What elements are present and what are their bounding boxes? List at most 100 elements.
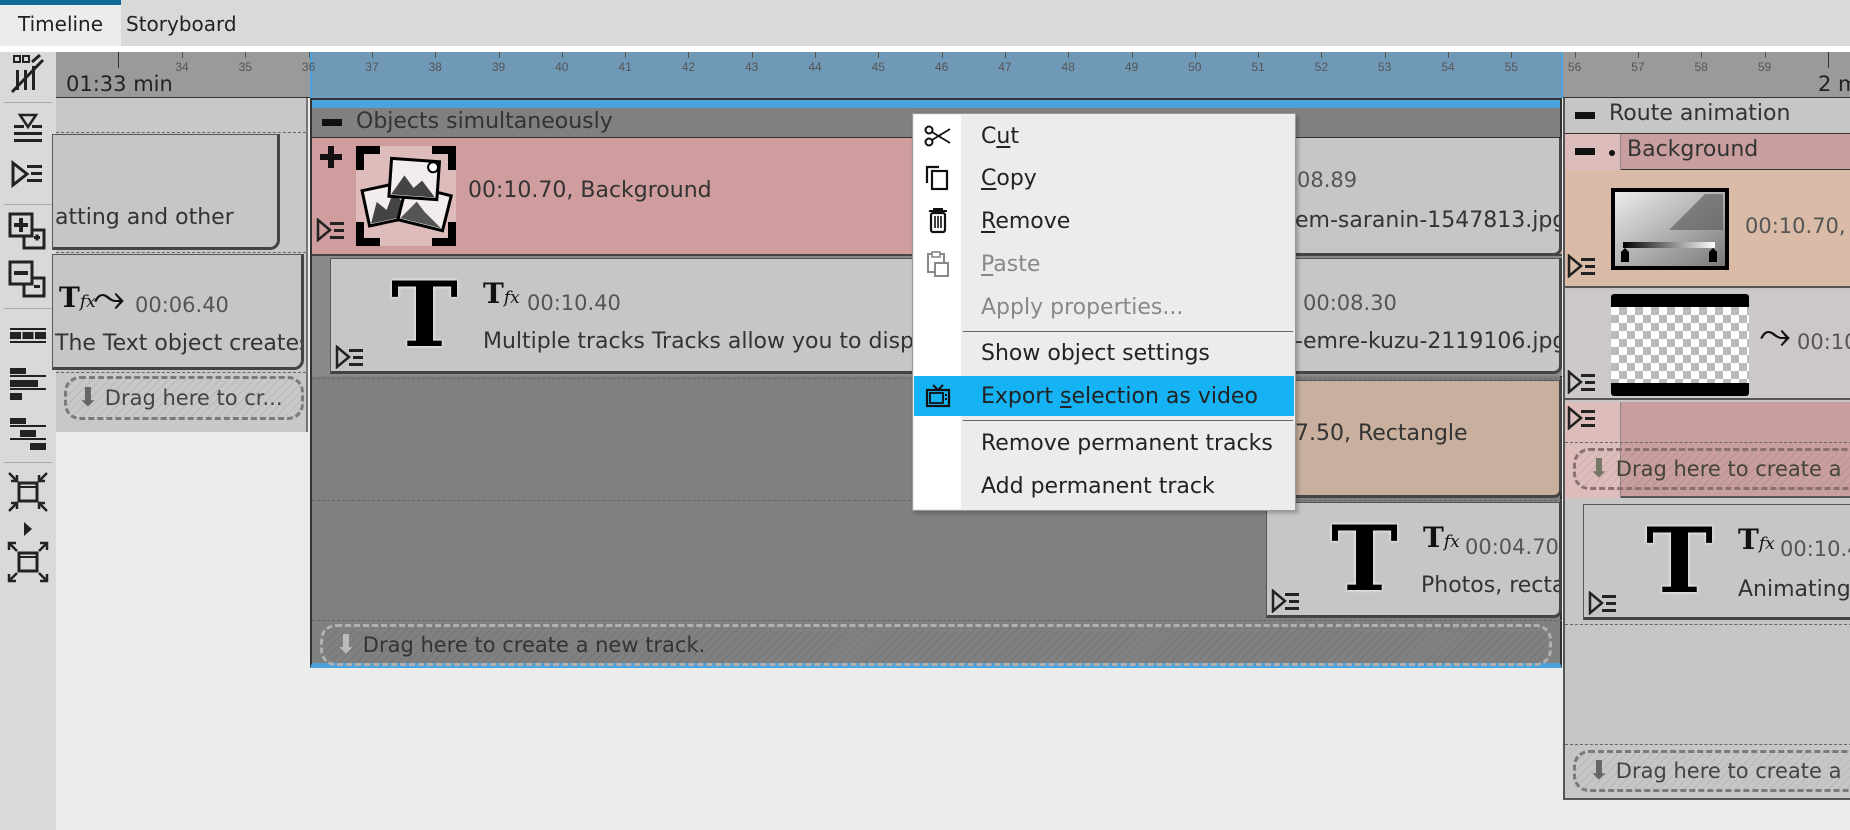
menu-item-label: Remove permanent tracks (981, 430, 1273, 456)
menu-item-cut[interactable]: Cut (914, 116, 1294, 156)
menu-item-show-object-settings[interactable]: Show object settings (914, 333, 1294, 373)
snap-off-icon[interactable] (6, 52, 50, 96)
menu-item-label: Copy (981, 165, 1037, 191)
ruler-tick (1321, 52, 1323, 58)
track-menu-icon[interactable] (1588, 591, 1618, 615)
distribute-icon[interactable] (6, 314, 50, 358)
clip-label: 00:10.70, Background (468, 178, 712, 203)
bullet-icon (1609, 150, 1615, 156)
ruler-tick (688, 52, 690, 58)
menu-item-label: Apply properties... (981, 294, 1184, 320)
insert-below-icon[interactable] (6, 107, 50, 151)
ruler-tick (751, 52, 753, 58)
ruler-tick (1764, 52, 1766, 58)
collapse-icon[interactable] (322, 119, 342, 126)
create-track-dropzone[interactable]: ⬇ Drag here to cr... (64, 376, 304, 420)
menu-item-copy[interactable]: Copy (914, 158, 1294, 198)
track-menu-icon[interactable] (1567, 370, 1597, 394)
dropzone-label: Drag here to cr... (104, 386, 283, 410)
create-track-dropzone[interactable]: ⬇ Drag here to create a (1573, 750, 1850, 792)
track-divider (56, 132, 306, 133)
text-clip[interactable]: atting and other (52, 134, 280, 250)
ruler-tick (245, 52, 247, 58)
tab-storyboard[interactable]: Storyboard (108, 0, 255, 46)
text-clip[interactable]: T Tfx 00:10.4 Animating (1583, 504, 1850, 620)
ruler-tick-label: 46 (934, 60, 949, 74)
ruler-tick (308, 52, 310, 58)
clip-duration: 08.89 (1297, 168, 1358, 192)
menu-item-export-selection-as-video[interactable]: Export selection as video (914, 376, 1294, 416)
align-stagger-icon[interactable] (6, 412, 50, 456)
dropzone-label: Drag here to create a (1615, 457, 1842, 481)
clip-text: The Text object creates (55, 331, 304, 356)
add-icon[interactable] (320, 146, 342, 168)
text-clip[interactable]: Tfx ⤳ 00:06.40 The Text object creates (52, 254, 304, 370)
create-track-dropzone[interactable]: ⬇ Drag here to create a (1573, 448, 1850, 490)
collapse-icon[interactable] (1575, 148, 1595, 155)
zoom-fit-icon[interactable] (6, 470, 50, 514)
expand-all-icon[interactable] (6, 210, 50, 254)
track-menu-icon[interactable] (1567, 406, 1597, 430)
ruler-tick (878, 52, 880, 58)
menu-item-remove[interactable]: Remove (914, 201, 1294, 241)
timeline-toolbar (0, 52, 56, 830)
ruler-time-end: 2 min (1818, 72, 1850, 96)
track-menu-icon[interactable] (316, 218, 346, 242)
tab-timeline[interactable]: Timeline (0, 0, 122, 46)
ruler-major-tick (1828, 52, 1829, 68)
create-track-dropzone[interactable]: ⬇ Drag here to create a new track. (320, 624, 1552, 666)
menu-item-add-permanent-track[interactable]: Add permanent track (914, 466, 1294, 506)
ruler-tick (1574, 52, 1576, 58)
group-title: Objects simultaneously (356, 109, 613, 134)
collapse-icon[interactable] (1575, 112, 1595, 119)
ruler-tick (435, 52, 437, 58)
text-object-icon: T (1646, 508, 1713, 614)
timeline-ruler[interactable]: 34 35 36 37 38 39 40 41 42 43 44 45 46 47 48 49 50 51 52 53… (56, 52, 1850, 98)
dropzone-label: Drag here to create a new track. (362, 633, 706, 657)
menu-item-label: Add permanent track (981, 473, 1215, 499)
track-menu-icon[interactable] (6, 152, 50, 196)
track-menu-icon[interactable] (1567, 254, 1597, 278)
group-header[interactable]: Route animation (1565, 98, 1850, 134)
clip-duration: 00:04.70 (1465, 535, 1559, 559)
ruler-tick-label: 41 (618, 60, 632, 74)
arrow-down-icon: ⬇ (335, 630, 357, 660)
clip-label: 00:10.70, Co (1745, 214, 1850, 238)
ruler-selection-range[interactable] (310, 52, 1563, 98)
copy-icon (925, 165, 948, 191)
text-clip[interactable]: T Tfx 00:04.70 Photos, recta (1266, 502, 1562, 618)
ruler-tick-label: 56 (1567, 60, 1582, 74)
align-left-icon[interactable] (6, 362, 50, 406)
rectangle-clip[interactable]: 7.50, Rectangle (1280, 380, 1562, 498)
route-animation-group[interactable]: Route animation Background 00:10.70, Co … (1563, 98, 1850, 800)
track-menu-icon[interactable] (1271, 589, 1301, 613)
menu-item-remove-permanent-tracks[interactable]: Remove permanent tracks (914, 423, 1294, 463)
group-title: Route animation (1609, 101, 1791, 126)
ruler-time-start: 01:33 min (66, 72, 173, 96)
image-clip[interactable]: 00:08.30 -emre-kuzu-2119106.jpg (1280, 258, 1562, 374)
gradient-clip[interactable]: 00:10.70, Co (1565, 170, 1850, 288)
ruler-tick-label: 54 (1441, 60, 1455, 74)
subgroup-header[interactable]: Background (1565, 134, 1850, 170)
track-divider (56, 252, 306, 253)
text-object-icon: T (1331, 506, 1398, 612)
clip-text: Multiple tracks Tracks allow you to disp… (483, 329, 934, 354)
ruler-tick-label: 38 (428, 60, 442, 74)
menu-item-paste[interactable]: Paste (914, 244, 1294, 284)
track-menu-icon[interactable] (335, 345, 365, 369)
ruler-tick-label: 58 (1694, 60, 1708, 74)
ruler-tick-label: 47 (998, 60, 1012, 74)
ruler-tick-label: 55 (1504, 60, 1518, 74)
zoom-expand-icon[interactable] (6, 540, 50, 584)
menu-item-apply-properties[interactable]: Apply properties... (914, 287, 1294, 327)
collapse-all-icon[interactable] (6, 258, 50, 302)
arrow-down-icon: ⬇ (1588, 756, 1610, 786)
ruler-tick (815, 52, 816, 58)
toolbar-separator (4, 204, 52, 205)
ruler-tick-label: 39 (491, 60, 506, 74)
submenu-arrow-icon[interactable] (24, 522, 32, 536)
route-clip[interactable]: ⤳ 00:10 (1565, 290, 1850, 400)
image-clip[interactable]: 08.89 em-saranin-1547813.jpg (1280, 138, 1562, 256)
ruler-tick-label: 45 (871, 60, 885, 74)
text-clip[interactable]: T Tfx 00:10.40 Multiple tracks Tracks al… (330, 258, 970, 374)
